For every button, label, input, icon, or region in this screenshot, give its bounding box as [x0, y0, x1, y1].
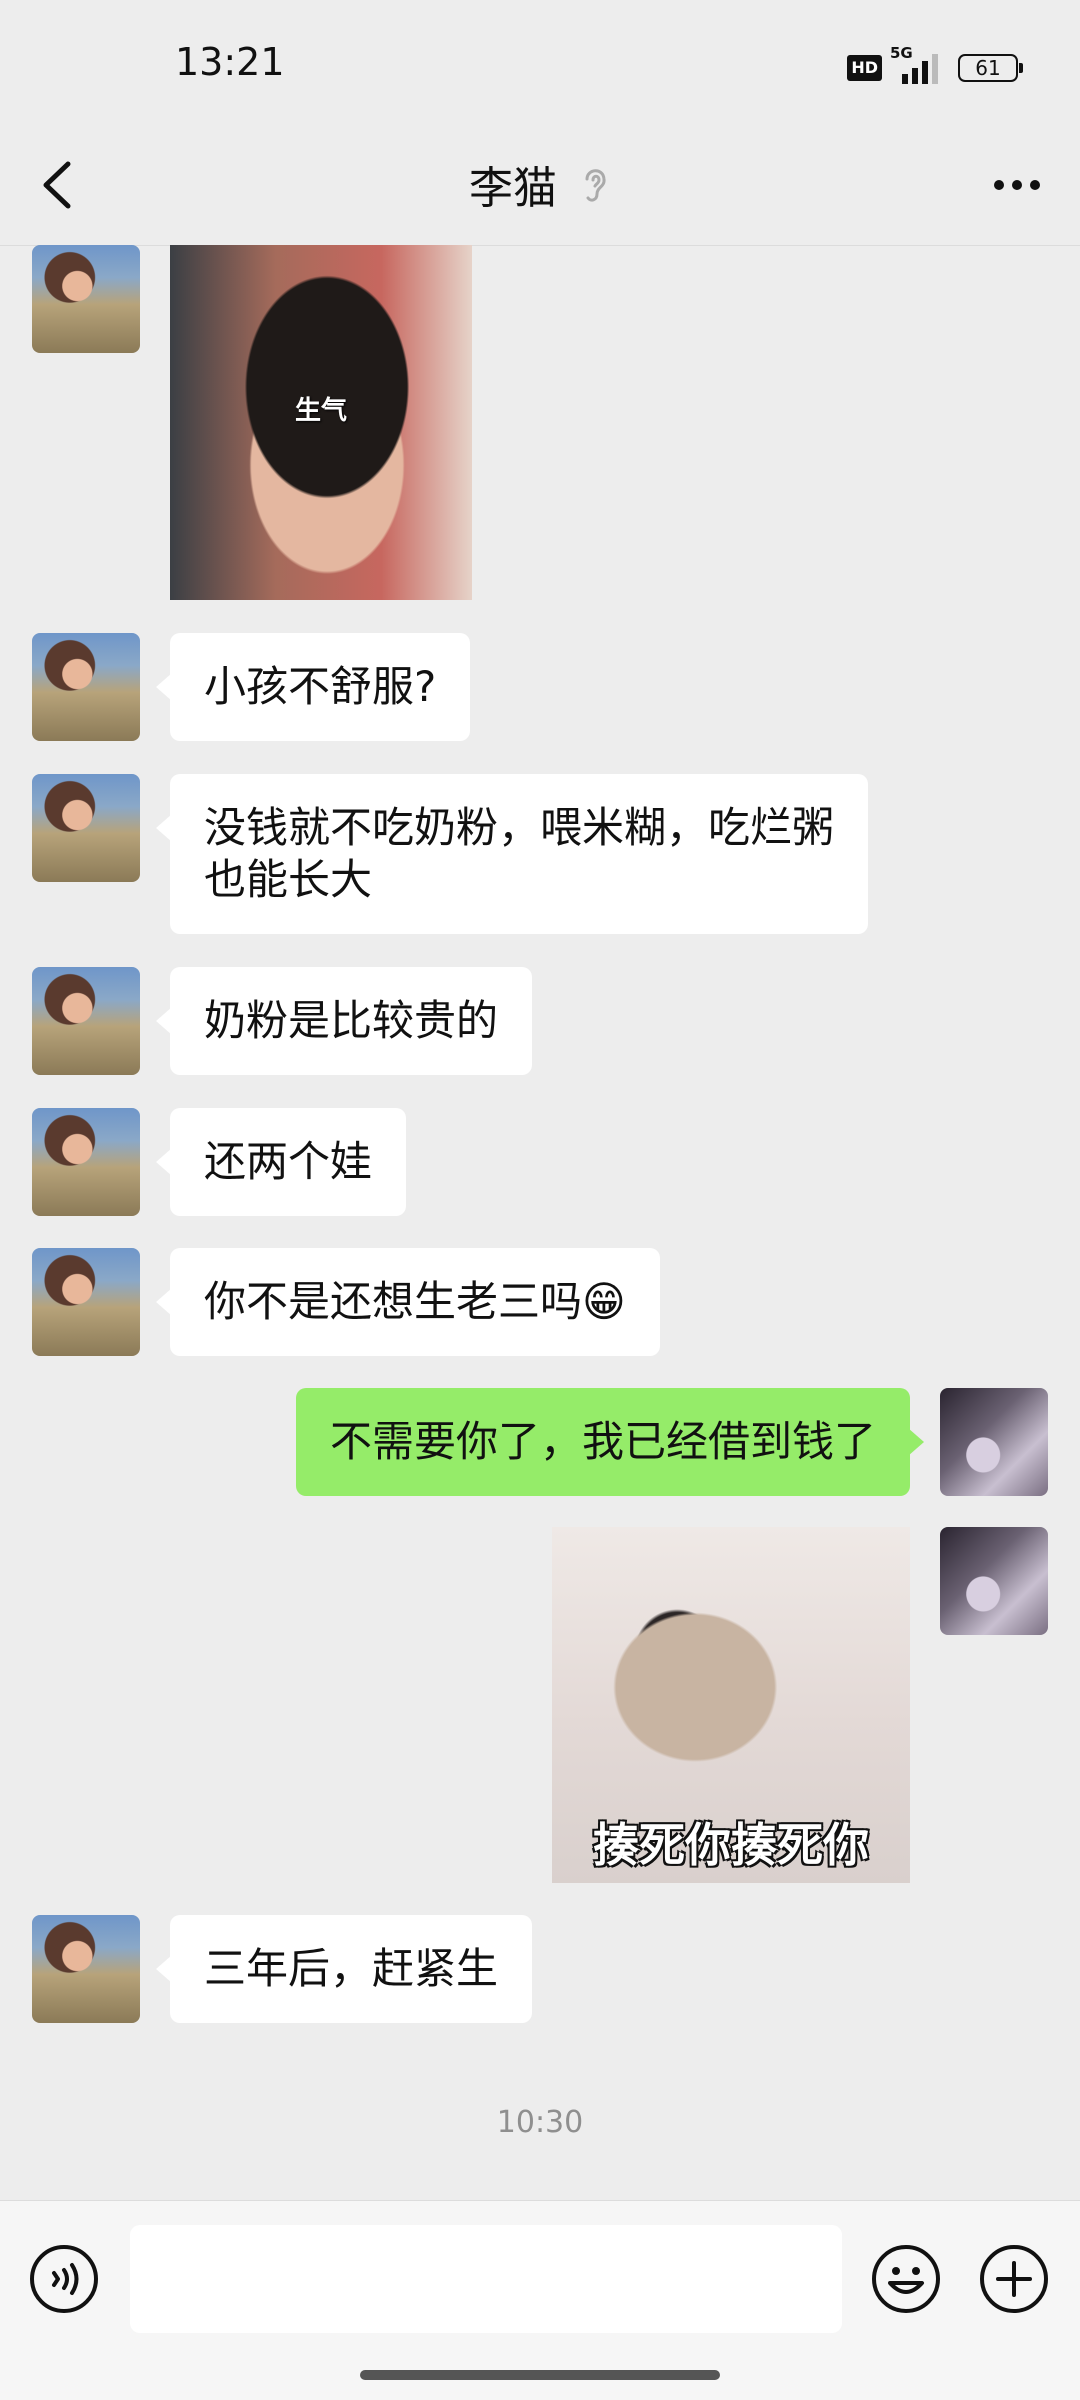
home-indicator[interactable] — [360, 2370, 720, 2380]
chat-header: 李猫 — [0, 130, 1080, 246]
sticker-label: 生气 — [294, 396, 347, 426]
sticker-baby[interactable]: 揍死你揍死你 — [552, 1527, 910, 1883]
voice-icon — [30, 2245, 98, 2313]
message-timestamp: 10:30 — [496, 2105, 584, 2140]
message-bubble-incoming[interactable]: 奶粉是比较贵的 — [155, 967, 533, 1075]
emoji-icon — [872, 2245, 940, 2313]
message-bubble-incoming[interactable]: 还两个娃 — [155, 1108, 407, 1216]
ear-icon — [585, 169, 606, 202]
contact-avatar[interactable] — [32, 774, 140, 882]
status-bar: 13:21 HD 5G 61 — [0, 0, 1080, 130]
contact-avatar[interactable] — [32, 967, 140, 1075]
status-time: 13:21 — [175, 40, 285, 84]
my-avatar[interactable] — [940, 1388, 1048, 1496]
message-bubble-incoming[interactable]: 你不是还想生老三吗😁 — [156, 1248, 660, 1356]
message-bubble-incoming[interactable]: 没钱就不吃奶粉，喂米糊，吃烂粥 也能长大 — [155, 774, 869, 934]
contact-avatar[interactable] — [32, 1248, 140, 1356]
sticker-caption: 揍死你揍死你 — [593, 1818, 869, 1872]
message-bubble-incoming[interactable]: 小孩不舒服? — [155, 633, 471, 741]
battery-level: 61 — [975, 56, 1001, 80]
plus-icon — [980, 2245, 1048, 2313]
contact-avatar[interactable] — [32, 1915, 140, 2023]
contact-avatar[interactable] — [32, 245, 140, 353]
sticker-angry-kid[interactable]: 生气 — [170, 245, 472, 600]
title-wrap: 李猫 — [0, 152, 1080, 216]
status-icons: HD 5G 61 — [847, 44, 1023, 84]
battery-icon: 61 — [958, 54, 1023, 82]
signal-icon: 5G — [890, 44, 946, 84]
chat-title: 李猫 — [469, 163, 557, 214]
message-bubble-incoming[interactable]: 三年后，赶紧生 — [155, 1915, 533, 2023]
contact-avatar[interactable] — [32, 633, 140, 741]
more-functions-button[interactable] — [978, 2243, 1050, 2315]
more-dots-icon — [994, 180, 1040, 190]
network-type: 5G — [890, 44, 913, 62]
more-options-button[interactable] — [982, 160, 1052, 210]
my-avatar[interactable] — [940, 1527, 1048, 1635]
contact-avatar[interactable] — [32, 1108, 140, 1216]
emoji-button[interactable] — [870, 2243, 942, 2315]
message-input[interactable] — [130, 2225, 842, 2333]
voice-button[interactable] — [28, 2243, 100, 2315]
hd-badge: HD — [847, 55, 882, 81]
chat-screen: 13:21 HD 5G 61 李猫 生气 小孩不舒服? 没钱就不吃奶粉，喂米糊，… — [0, 0, 1080, 2400]
message-bubble-outgoing[interactable]: 不需要你了，我已经借到钱了 — [295, 1388, 925, 1496]
